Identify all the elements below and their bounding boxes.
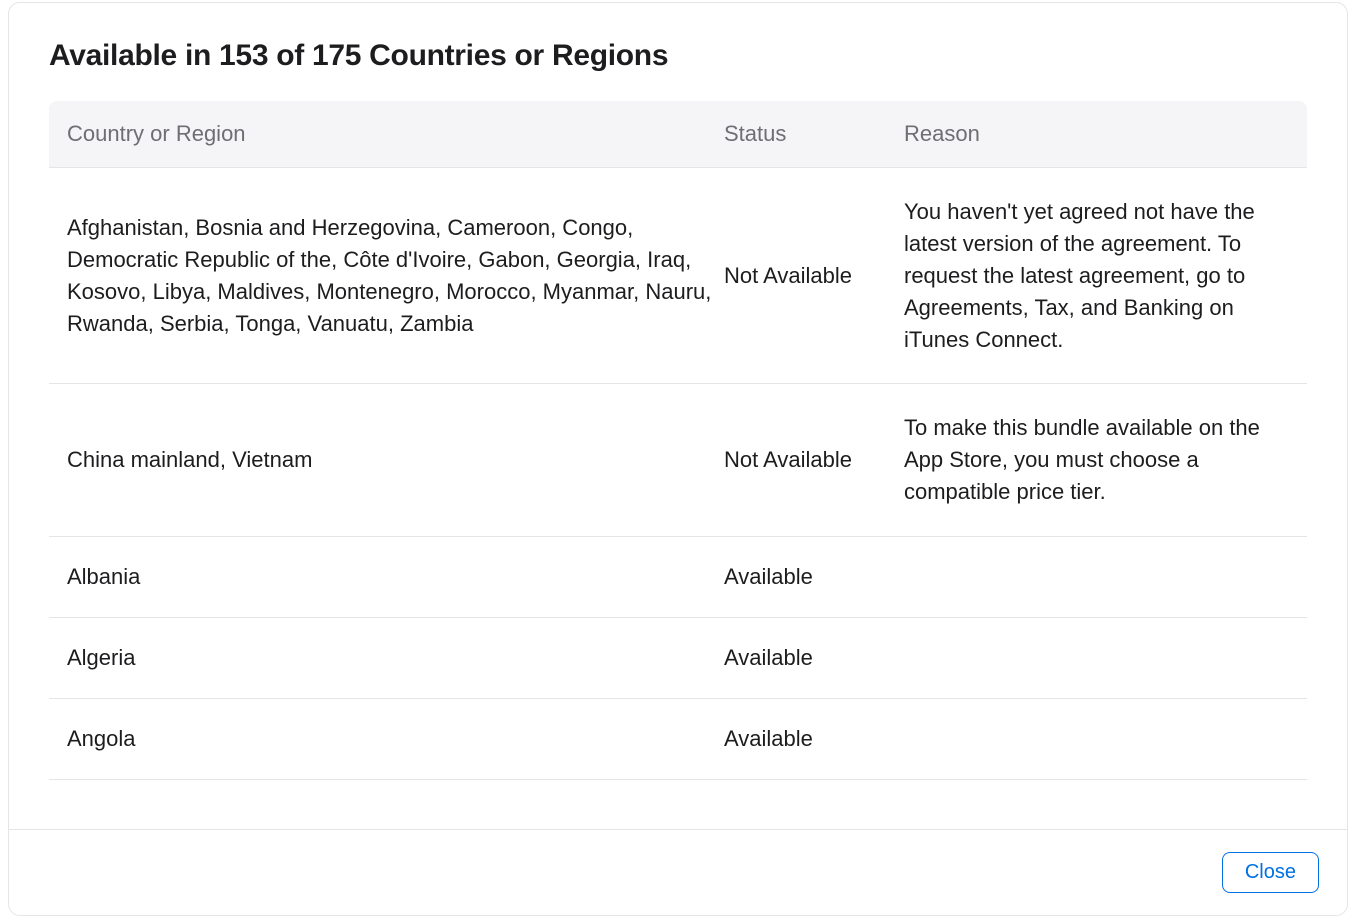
page-title: Available in 153 of 175 Countries or Reg… [49, 39, 1307, 73]
availability-modal: Available in 153 of 175 Countries or Reg… [8, 2, 1348, 916]
cell-country: China mainland, Vietnam [67, 444, 724, 476]
table-row: Albania Available [49, 537, 1307, 618]
table-row: Angola Available [49, 699, 1307, 780]
table-header-row: Country or Region Status Reason [49, 101, 1307, 168]
header-country: Country or Region [67, 121, 724, 147]
availability-table: Country or Region Status Reason Afghanis… [49, 101, 1307, 780]
table-row: Algeria Available [49, 618, 1307, 699]
cell-status: Not Available [724, 444, 904, 476]
modal-content: Available in 153 of 175 Countries or Reg… [9, 3, 1347, 829]
cell-reason: You haven't yet agreed not have the late… [904, 196, 1289, 355]
cell-reason: To make this bundle available on the App… [904, 412, 1289, 508]
cell-status: Available [724, 723, 904, 755]
cell-status: Available [724, 561, 904, 593]
cell-country: Algeria [67, 642, 724, 674]
modal-footer: Close [9, 829, 1347, 915]
cell-country: Angola [67, 723, 724, 755]
close-button[interactable]: Close [1222, 852, 1319, 893]
table-row: Afghanistan, Bosnia and Herzegovina, Cam… [49, 168, 1307, 384]
cell-country: Afghanistan, Bosnia and Herzegovina, Cam… [67, 212, 724, 340]
table-body: Afghanistan, Bosnia and Herzegovina, Cam… [49, 168, 1307, 780]
cell-status: Not Available [724, 260, 904, 292]
table-row: China mainland, Vietnam Not Available To… [49, 384, 1307, 537]
cell-status: Available [724, 642, 904, 674]
header-status: Status [724, 121, 904, 147]
header-reason: Reason [904, 121, 1289, 147]
cell-country: Albania [67, 561, 724, 593]
